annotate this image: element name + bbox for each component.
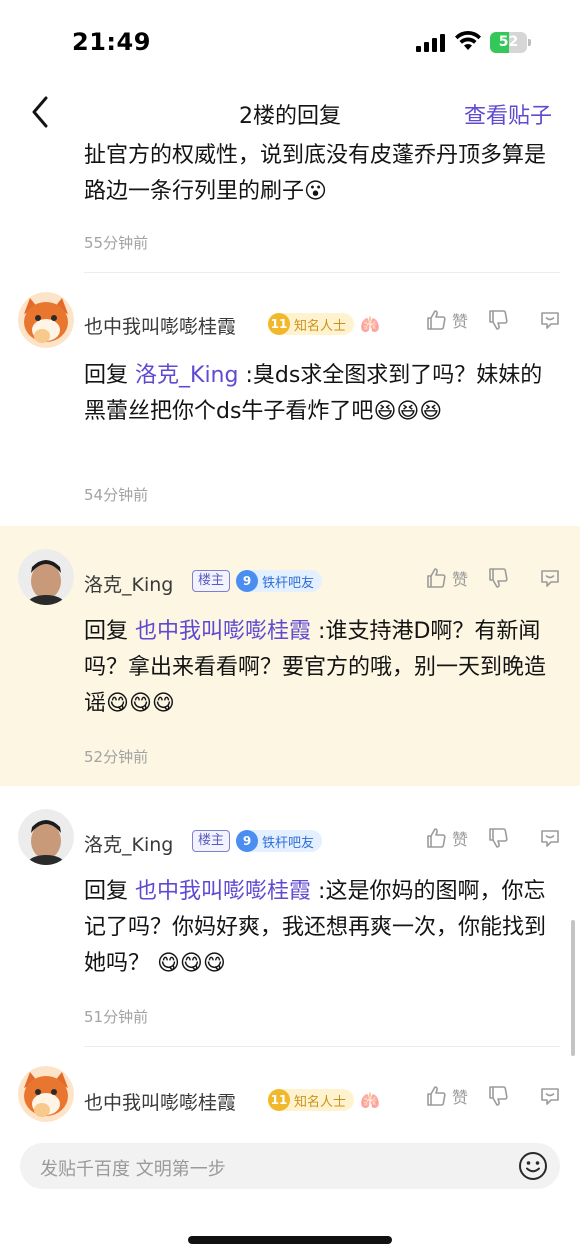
reply-target-link[interactable]: 洛克_King: [135, 363, 238, 388]
emoji-group: 😋😋😋: [157, 951, 226, 976]
level-badge: 9 铁杆吧友: [236, 830, 323, 852]
emoji-group: 😋😋😋: [106, 691, 175, 716]
reply-button[interactable]: [538, 826, 562, 850]
wifi-icon: [455, 30, 481, 50]
reply-target-link[interactable]: 也中我叫嘭嘭桂霞: [135, 619, 311, 644]
comment-item[interactable]: 洛克_King 楼主 9 铁杆吧友 赞 回复 也中我叫嘭嘭桂霞 :这是你妈的图啊…: [0, 786, 580, 1046]
comment-actions: 赞: [424, 308, 562, 332]
avatar[interactable]: [18, 292, 74, 348]
like-button[interactable]: 赞: [424, 308, 468, 332]
avatar[interactable]: [18, 1066, 74, 1122]
comment-item[interactable]: 也中我叫嘭嘭桂霞 11 知名人士 🫁 赞 回复 洛克_King :臭ds求全图求…: [0, 282, 580, 526]
like-button[interactable]: 赞: [424, 826, 468, 850]
user-badges: 11 知名人士 🫁: [268, 313, 380, 335]
reply-list[interactable]: 扯官方的权威性，说到底没有皮蓬乔丹顶多算是路边一条行列里的刷子😮 55分钟前 也…: [0, 136, 580, 1123]
chat-bubble-icon: [541, 830, 559, 847]
level-badge: 11 知名人士: [268, 1089, 355, 1111]
op-badge: 楼主: [192, 570, 231, 592]
reply-target-link[interactable]: 也中我叫嘭嘭桂霞: [135, 879, 311, 904]
divider: [84, 1046, 560, 1047]
thumbs-up-icon: [427, 310, 446, 330]
reply-input[interactable]: 发贴千百度 文明第一步: [20, 1143, 560, 1189]
chat-bubble-icon: [541, 1088, 559, 1105]
comment-actions: 赞: [424, 566, 562, 590]
comment-text: 回复 也中我叫嘭嘭桂霞 :谁支持港D啊？有新闻吗？拿出来看看啊？要官方的哦，别一…: [84, 614, 562, 722]
comment-time: 55分钟前: [84, 234, 149, 252]
chat-bubble-icon: [541, 570, 559, 587]
battery-icon: 52: [490, 32, 532, 53]
bottom-input-bar: 发贴千百度 文明第一步: [0, 1123, 580, 1257]
divider: [84, 272, 560, 273]
user-badges: 楼主 9 铁杆吧友: [192, 830, 323, 852]
thumbs-down-icon: [489, 310, 508, 330]
like-button[interactable]: 赞: [424, 566, 468, 590]
view-post-button[interactable]: 查看贴子: [464, 98, 552, 130]
dislike-button[interactable]: [486, 566, 510, 590]
like-button[interactable]: 赞: [424, 1084, 468, 1108]
avatar[interactable]: [18, 549, 74, 605]
comment-time: 51分钟前: [84, 1008, 149, 1026]
reply-button[interactable]: [538, 1084, 562, 1108]
level-number: 9: [236, 830, 259, 852]
reply-input-placeholder: 发贴千百度 文明第一步: [40, 1159, 226, 1180]
comment-actions: 赞: [424, 826, 562, 850]
thumbs-down-icon: [489, 1086, 508, 1106]
level-name: 铁杆吧友: [262, 575, 315, 591]
username[interactable]: 也中我叫嘭嘭桂霞: [84, 1088, 236, 1115]
dislike-button[interactable]: [486, 1084, 510, 1108]
lungs-icon: 🫁: [360, 314, 380, 334]
like-label: 赞: [451, 1088, 468, 1107]
username[interactable]: 也中我叫嘭嘭桂霞: [84, 312, 236, 339]
battery-level: 52: [498, 34, 519, 50]
level-name: 知名人士: [294, 1094, 347, 1110]
comment-time: 52分钟前: [84, 748, 149, 766]
nav-bar: 2楼的回复 查看贴子: [0, 88, 580, 136]
chat-bubble-icon: [541, 312, 559, 329]
like-label: 赞: [451, 312, 468, 331]
cellular-signal-icon: [416, 34, 446, 52]
home-indicator[interactable]: [188, 1236, 392, 1244]
comment-time: 54分钟前: [84, 486, 149, 504]
status-bar: 21:49 52: [0, 0, 580, 88]
username[interactable]: 洛克_King: [84, 830, 173, 857]
dislike-button[interactable]: [486, 308, 510, 332]
level-number: 9: [236, 570, 259, 592]
reply-prefix: 回复: [84, 619, 129, 644]
comment-text: 回复 洛克_King :臭ds求全图求到了吗？妹妹的黑蕾丝把你个ds牛子看炸了吧…: [84, 358, 562, 430]
level-number: 11: [268, 313, 290, 335]
username[interactable]: 洛克_King: [84, 570, 173, 597]
like-label: 赞: [451, 830, 468, 849]
dislike-button[interactable]: [486, 826, 510, 850]
thumbs-up-icon: [427, 828, 446, 848]
reply-prefix: 回复: [84, 879, 129, 904]
avatar[interactable]: [18, 809, 74, 865]
emoji-group: 😆😆😆: [373, 399, 443, 424]
op-badge: 楼主: [192, 830, 231, 852]
comment-text: 回复 也中我叫嘭嘭桂霞 :这是你妈的图啊，你忘记了吗？你妈好爽，我还想再爽一次，…: [84, 874, 562, 982]
scrollbar[interactable]: [571, 920, 575, 1056]
reply-prefix: 回复: [84, 363, 129, 388]
comment-actions: 赞: [424, 1084, 562, 1108]
like-label: 赞: [451, 570, 468, 589]
user-badges: 11 知名人士 🫁: [268, 1089, 380, 1111]
thumbs-down-icon: [489, 828, 508, 848]
reply-button[interactable]: [538, 566, 562, 590]
thumbs-down-icon: [489, 568, 508, 588]
status-time: 21:49: [72, 28, 151, 56]
level-number: 11: [268, 1089, 290, 1111]
smiley-icon[interactable]: [518, 1151, 548, 1181]
thumbs-up-icon: [427, 568, 446, 588]
reply-button[interactable]: [538, 308, 562, 332]
lungs-icon: 🫁: [360, 1090, 380, 1110]
level-badge: 11 知名人士: [268, 313, 355, 335]
thumbs-up-icon: [427, 1086, 446, 1106]
comment-item[interactable]: 也中我叫嘭嘭桂霞 11 知名人士 🫁 赞: [0, 1056, 580, 1123]
comment-item[interactable]: 洛克_King 楼主 9 铁杆吧友 赞 回复 也中我叫嘭嘭桂霞 :谁支持港D啊？…: [0, 526, 580, 786]
partial-comment-text: 扯官方的权威性，说到底没有皮蓬乔丹顶多算是路边一条行列里的刷子😮: [84, 143, 547, 204]
user-badges: 楼主 9 铁杆吧友: [192, 570, 323, 592]
level-name: 铁杆吧友: [262, 835, 315, 851]
level-name: 知名人士: [294, 318, 347, 334]
level-badge: 9 铁杆吧友: [236, 570, 323, 592]
